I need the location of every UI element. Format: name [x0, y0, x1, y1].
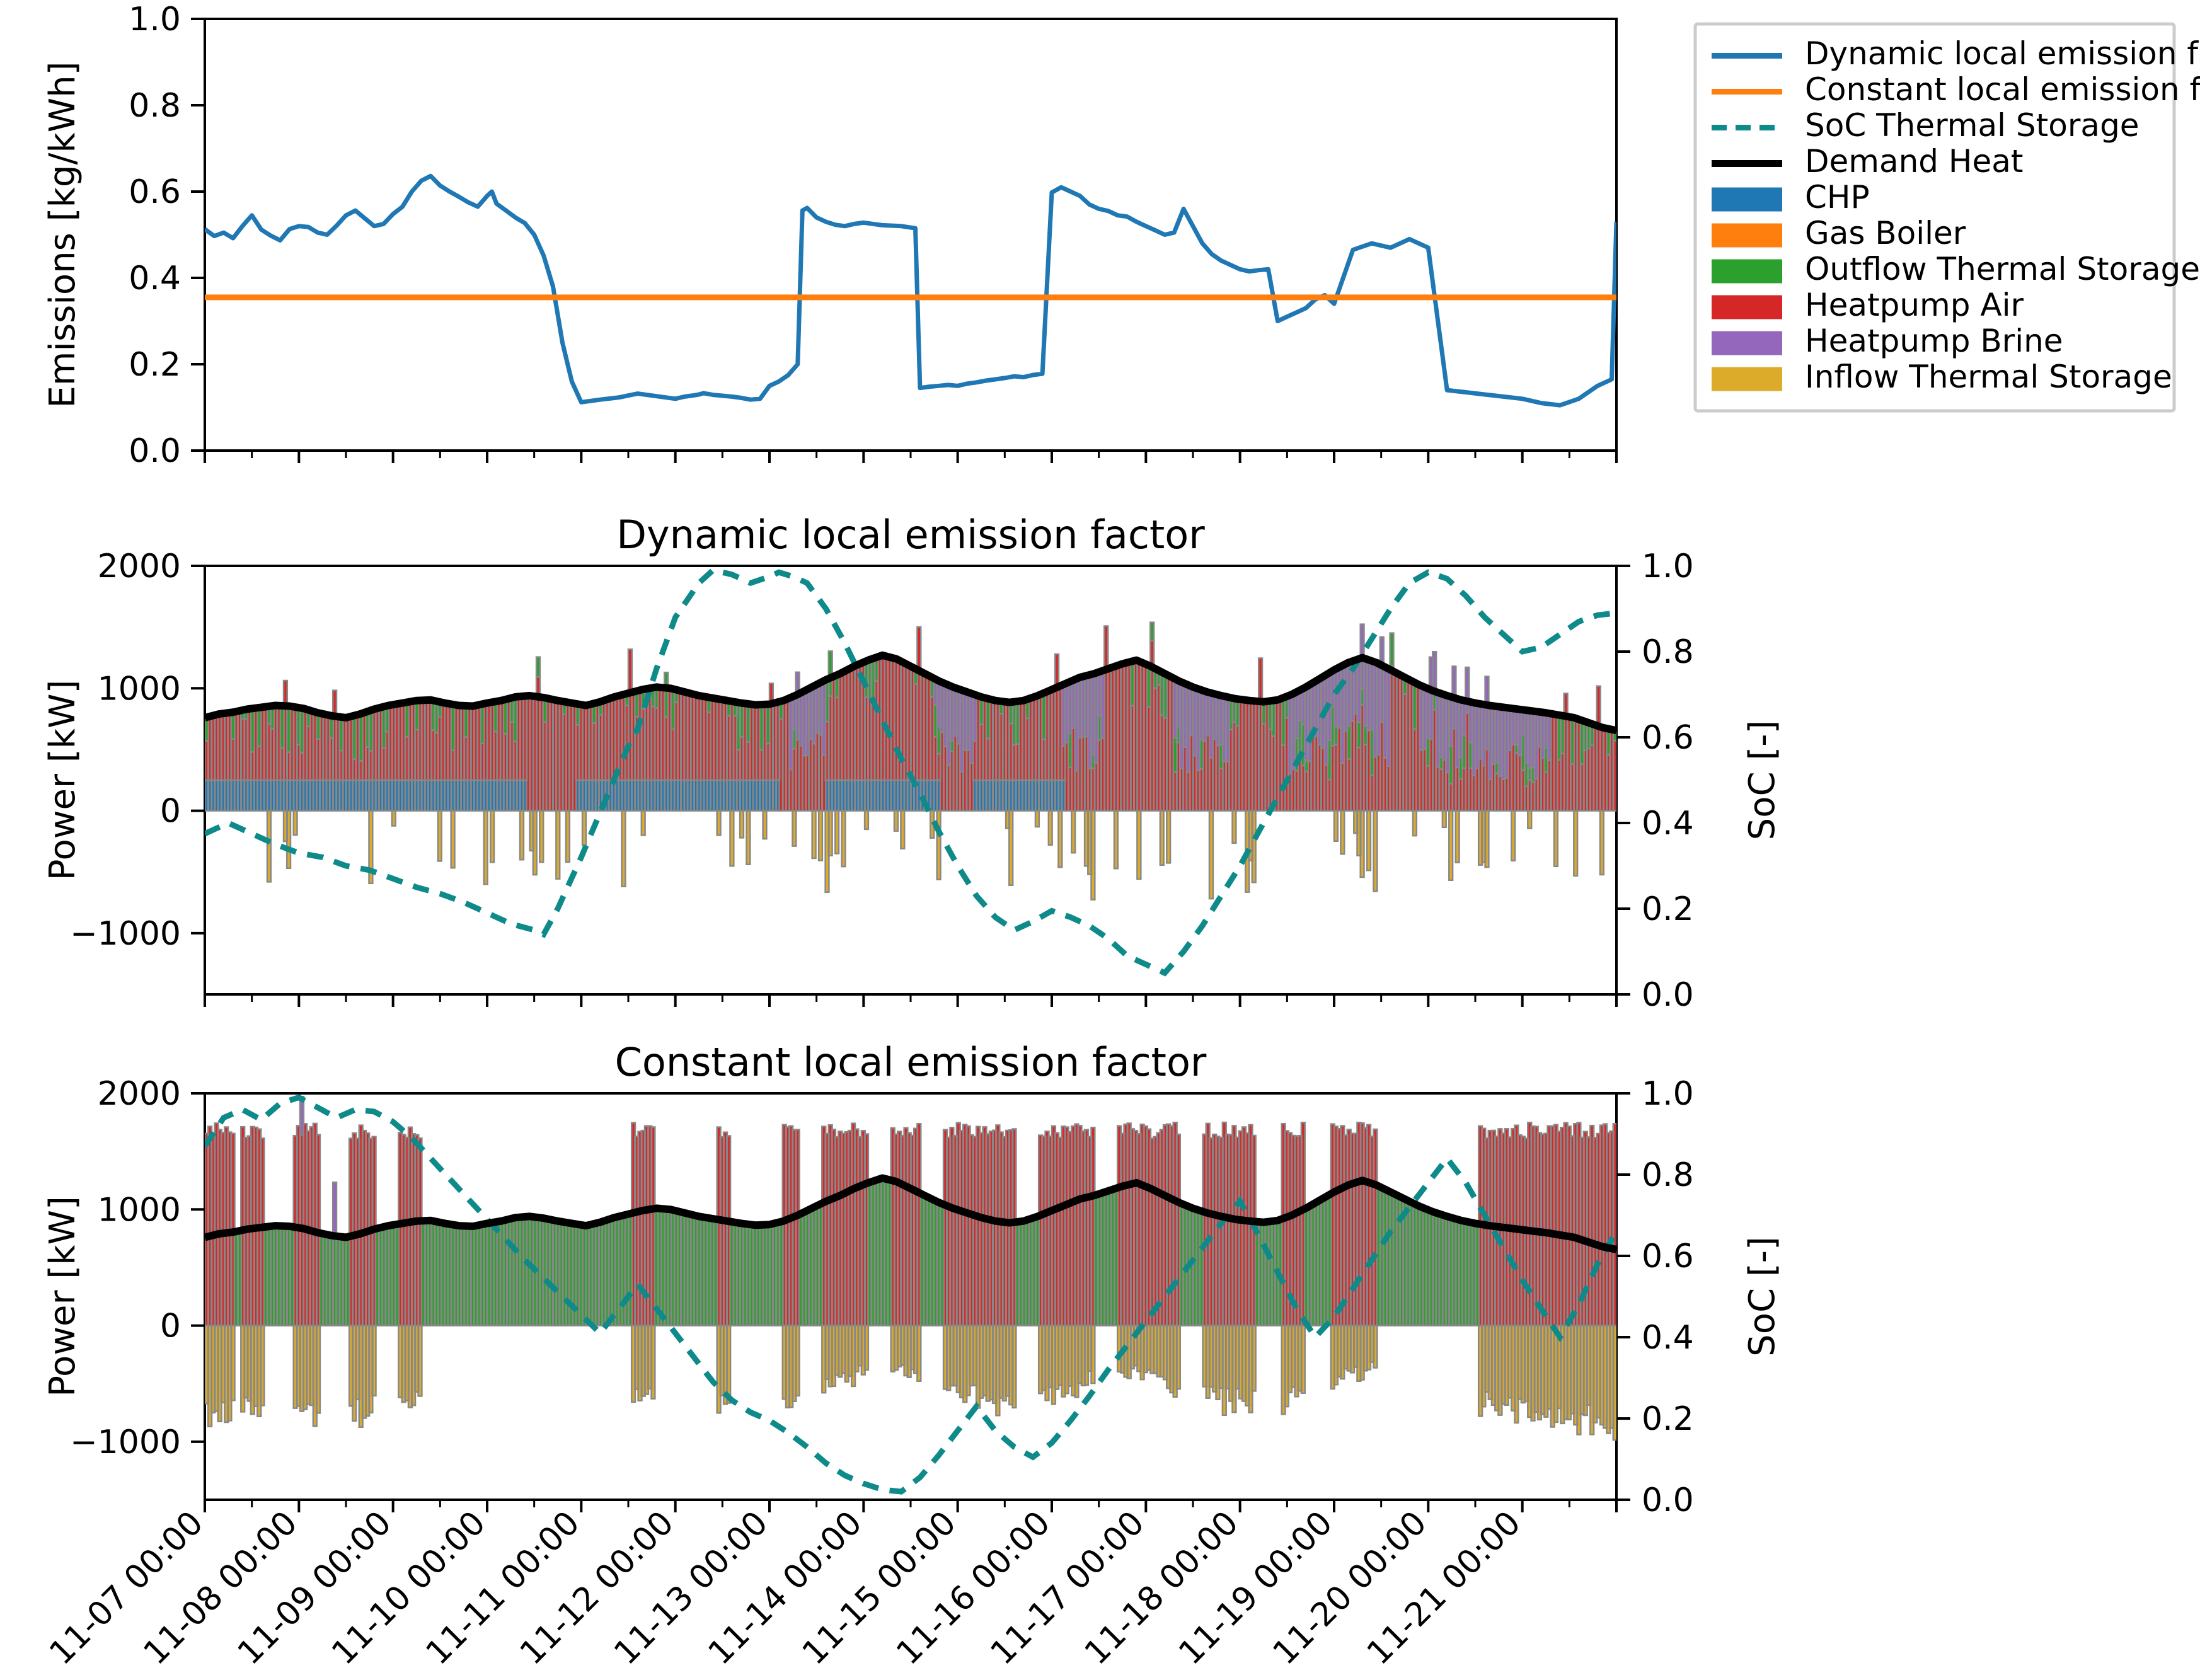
y-tick-label: −1000 — [70, 1424, 181, 1461]
y-tick-label: 0 — [160, 1308, 181, 1345]
legend-label: CHP — [1805, 179, 1870, 216]
y-axis-label: Emissions [kg/kWh] — [42, 62, 83, 408]
legend-label: Outflow Thermal Storage — [1805, 251, 2200, 287]
y-tick-label-right: 0.6 — [1642, 1238, 1694, 1275]
y-tick-label: 0.0 — [129, 432, 181, 470]
y-tick-label-right: 0.2 — [1642, 890, 1694, 928]
y-tick-label: 0 — [160, 793, 181, 831]
legend-swatch-patch — [1712, 187, 1782, 212]
legend-swatch-patch — [1712, 295, 1782, 319]
y-tick-label-right: 1.0 — [1642, 548, 1694, 585]
figure-canvas: 0.0 0.2 0.4 0.6 0.8 1.0 Emissions [kg/kWh] Dyna… — [42, 1, 2200, 1672]
legend-label: Demand Heat — [1805, 143, 2024, 180]
y-tick-label-right: 0.0 — [1642, 1482, 1694, 1519]
y-tick-label-right: 0.8 — [1642, 633, 1694, 671]
panel-title: Dynamic local emission factor — [616, 512, 1205, 558]
y-axis-label-right: SoC [-] — [1742, 1236, 1783, 1357]
y-tick-label: 2000 — [98, 1075, 181, 1113]
y-tick-label: 0.2 — [129, 346, 181, 384]
legend: Dynamic local emission factorConstant lo… — [1693, 22, 2200, 413]
legend-swatch-patch — [1712, 367, 1782, 391]
legend-label: Gas Boiler — [1805, 215, 1966, 251]
y-axis-label: Power [kW] — [42, 1196, 83, 1397]
series-layer — [205, 173, 1616, 408]
x-axis-labels: 11-07 00:0011-08 00:0011-09 00:0011-10 0… — [42, 1504, 1528, 1672]
y-tick-label: 2000 — [98, 548, 181, 585]
legend-swatch-patch — [1712, 259, 1782, 284]
series-layer — [205, 567, 1616, 977]
legend-swatch-patch — [1712, 223, 1782, 248]
series-layer — [205, 1094, 1616, 1495]
y-tick-label: −1000 — [70, 915, 181, 953]
y-tick-label-right: 1.0 — [1642, 1075, 1694, 1113]
legend-label: SoC Thermal Storage — [1805, 107, 2140, 144]
legend-label: Inflow Thermal Storage — [1805, 359, 2172, 395]
panel-constant: Constant local emission factor −1000 0 1000… — [42, 1039, 1783, 1519]
legend-swatch-patch — [1712, 331, 1782, 355]
legend-label: Heatpump Brine — [1805, 323, 2063, 359]
y-tick-label-right: 0.2 — [1642, 1400, 1694, 1438]
plot-frame — [204, 18, 1618, 452]
y-tick-label: 0.4 — [129, 260, 181, 297]
y-axis-label-right: SoC [-] — [1742, 720, 1783, 841]
bars-chp — [205, 779, 1066, 812]
y-tick-label-right: 0.8 — [1642, 1156, 1694, 1194]
y-tick-label-right: 0.4 — [1642, 805, 1694, 843]
y-tick-label-right: 0.0 — [1642, 976, 1694, 1014]
legend-label: Constant local emission factor — [1805, 71, 2200, 108]
legend-label: Heatpump Air — [1805, 287, 2024, 323]
y-tick-label-right: 0.6 — [1642, 719, 1694, 757]
y-tick-label: 1000 — [98, 1191, 181, 1229]
y-tick-label: 0.6 — [129, 173, 181, 211]
dynamic-emission-line — [205, 173, 1616, 408]
legend-label: Dynamic local emission factor — [1805, 35, 2200, 72]
y-axis-label: Power [kW] — [42, 680, 83, 881]
panel-dynamic: Dynamic local emission factor −1000 0 1000 2… — [42, 512, 1783, 1014]
y-tick-label-right: 0.4 — [1642, 1319, 1694, 1357]
bars-inflow-thermal-storage — [205, 1325, 1616, 1441]
y-tick-label: 1000 — [98, 670, 181, 708]
y-tick-label: 0.8 — [129, 87, 181, 125]
y-tick-label: 1.0 — [129, 1, 181, 38]
panel-emissions: 0.0 0.2 0.4 0.6 0.8 1.0 Emissions [kg/kWh] — [42, 1, 1618, 470]
panel-title: Constant local emission factor — [615, 1039, 1207, 1085]
